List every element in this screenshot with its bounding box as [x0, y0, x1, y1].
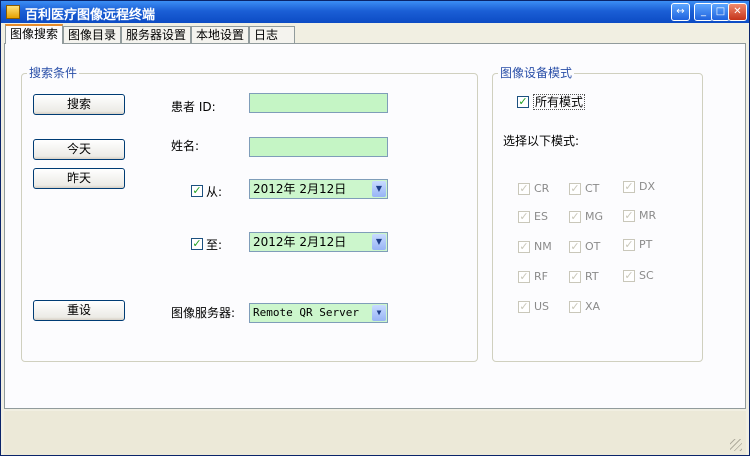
modality-label: NM — [534, 240, 552, 253]
reset-button[interactable]: 重设 — [33, 300, 125, 321]
resize-grip-icon[interactable] — [730, 439, 742, 451]
search-criteria-group: 搜索条件 搜索 患者 ID: 今天 姓名: 昨天 ✓ 从: 2012年 2月12… — [21, 65, 478, 362]
chevron-down-icon[interactable]: ▼ — [372, 234, 386, 250]
all-modalities-label: 所有模式 — [533, 94, 586, 110]
modality-label: DX — [639, 180, 656, 193]
modality-group-title: 图像设备模式 — [498, 65, 575, 81]
name-label: 姓名: — [171, 139, 200, 153]
modality-label: RT — [585, 270, 599, 283]
modality-checkbox[interactable]: ✓ — [569, 271, 581, 283]
to-date-picker[interactable]: 2012年 2月12日 ▼ — [249, 232, 388, 252]
to-checkbox[interactable]: ✓ — [191, 238, 203, 250]
modality-checkbox[interactable]: ✓ — [623, 181, 635, 193]
tab-image-catalog[interactable]: 图像目录 — [63, 26, 121, 43]
modality-group: 图像设备模式 ✓ 所有模式 选择以下模式: ✓ CR ✓ CT ✓ DX ✓ E… — [492, 65, 703, 362]
modality-label: SC — [639, 269, 654, 282]
modality-checkbox[interactable]: ✓ — [518, 271, 530, 283]
modality-checkbox[interactable]: ✓ — [569, 241, 581, 253]
modality-checkbox[interactable]: ✓ — [623, 270, 635, 282]
modality-label: PT — [639, 238, 653, 251]
modality-checkbox[interactable]: ✓ — [518, 211, 530, 223]
tab-server-settings[interactable]: 服务器设置 — [121, 26, 191, 43]
modality-checkbox[interactable]: ✓ — [623, 210, 635, 222]
patient-id-input[interactable] — [249, 93, 388, 113]
image-server-label: 图像服务器: — [171, 306, 236, 320]
image-server-select[interactable]: Remote QR Server ▼ — [249, 303, 388, 323]
tab-log[interactable]: 日志 — [249, 26, 295, 43]
patient-id-label: 患者 ID: — [171, 100, 216, 114]
yesterday-button[interactable]: 昨天 — [33, 168, 125, 189]
search-button[interactable]: 搜索 — [33, 94, 125, 115]
modality-label: MG — [585, 210, 604, 223]
modality-label: ES — [534, 210, 548, 223]
from-date-picker[interactable]: 2012年 2月12日 ▼ — [249, 179, 388, 199]
modality-checkbox[interactable]: ✓ — [518, 301, 530, 313]
status-area — [4, 411, 746, 455]
to-date-value: 2012年 2月12日 — [253, 235, 347, 249]
from-date-value: 2012年 2月12日 — [253, 182, 347, 196]
app-icon — [6, 5, 20, 19]
modality-label: US — [534, 300, 550, 313]
app-window: 百利医疗图像远程终端 ↔ _ □ ✕ 图像搜索 图像目录 服务器设置 本地设置 … — [0, 0, 750, 456]
tab-local-settings[interactable]: 本地设置 — [191, 26, 249, 43]
chevron-down-icon[interactable]: ▼ — [372, 305, 386, 321]
to-label: 至: — [206, 238, 223, 252]
modality-checkbox[interactable]: ✓ — [518, 183, 530, 195]
today-button[interactable]: 今天 — [33, 139, 125, 160]
modality-checkbox[interactable]: ✓ — [569, 211, 581, 223]
window-title: 百利医疗图像远程终端 — [25, 8, 156, 23]
name-input[interactable] — [249, 137, 388, 157]
restore-button[interactable]: ↔ — [671, 3, 690, 21]
modality-label: MR — [639, 209, 657, 222]
search-criteria-title: 搜索条件 — [27, 65, 80, 81]
modality-label: CT — [585, 182, 600, 195]
tab-image-search[interactable]: 图像搜索 — [5, 24, 63, 44]
all-modalities-checkbox[interactable]: ✓ — [517, 96, 529, 108]
modality-checkbox[interactable]: ✓ — [569, 183, 581, 195]
from-label: 从: — [206, 185, 223, 199]
modality-label: RF — [534, 270, 548, 283]
tab-page-image-search: 搜索条件 搜索 患者 ID: 今天 姓名: 昨天 ✓ 从: 2012年 2月12… — [4, 43, 746, 409]
modality-checkbox[interactable]: ✓ — [518, 241, 530, 253]
title-bar[interactable]: 百利医疗图像远程终端 ↔ _ □ ✕ — [1, 1, 749, 23]
select-modalities-label: 选择以下模式: — [503, 134, 580, 148]
modality-label: XA — [585, 300, 601, 313]
close-button[interactable]: ✕ — [728, 3, 747, 21]
image-server-value: Remote QR Server — [253, 306, 359, 319]
modality-checkbox[interactable]: ✓ — [569, 301, 581, 313]
chevron-down-icon[interactable]: ▼ — [372, 181, 386, 197]
modality-checkbox[interactable]: ✓ — [623, 239, 635, 251]
modality-label: CR — [534, 182, 550, 195]
from-checkbox[interactable]: ✓ — [191, 185, 203, 197]
modality-label: OT — [585, 240, 601, 253]
